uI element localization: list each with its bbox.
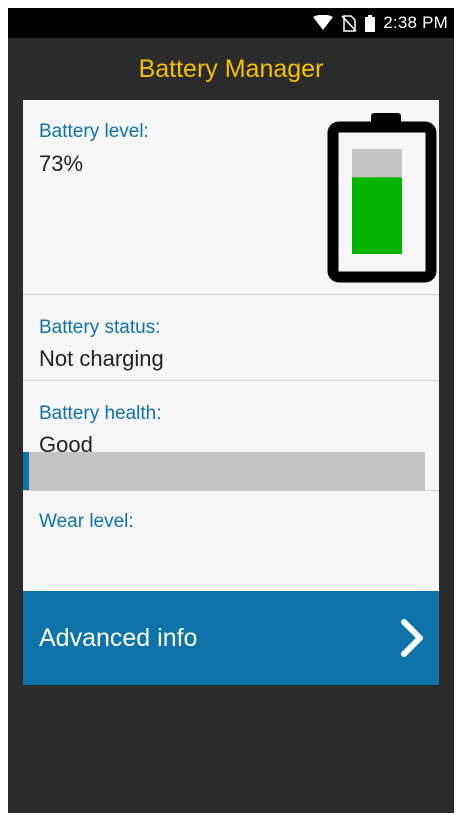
- battery-level-label: Battery level:: [39, 121, 149, 142]
- chevron-right-icon: [401, 619, 423, 657]
- battery-gauge-icon: [327, 113, 437, 283]
- battery-level-section: Battery level: 73%: [23, 100, 439, 295]
- app-title: Battery Manager: [138, 54, 324, 83]
- battery-status-value: Not charging: [39, 346, 164, 371]
- advanced-info-label: Advanced info: [39, 624, 198, 652]
- wear-level-bar: [23, 452, 425, 490]
- battery-status-label: Battery status:: [39, 317, 161, 338]
- battery-info-card: Battery level: 73% Battery status: Not c…: [23, 100, 439, 591]
- no-sim-icon: [341, 14, 357, 32]
- wear-level-section: Wear level:: [23, 491, 439, 591]
- battery-health-label: Battery health:: [39, 403, 162, 424]
- status-bar: 2:38 PM: [8, 8, 454, 38]
- status-time: 2:38 PM: [383, 13, 448, 32]
- wifi-icon: [313, 15, 334, 30]
- advanced-info-button[interactable]: Advanced info: [23, 591, 439, 685]
- battery-status-section: Battery status: Not charging: [23, 295, 439, 381]
- battery-status-icon: [365, 14, 376, 32]
- wear-level-fill: [23, 452, 30, 490]
- wear-level-label: Wear level:: [39, 511, 134, 532]
- battery-fill-bar: [352, 177, 402, 254]
- battery-level-value: 73%: [39, 151, 84, 176]
- status-icons: 2:38 PM: [313, 8, 448, 38]
- phone-screen: 2:38 PM Battery Manager Battery level: 7…: [8, 8, 454, 813]
